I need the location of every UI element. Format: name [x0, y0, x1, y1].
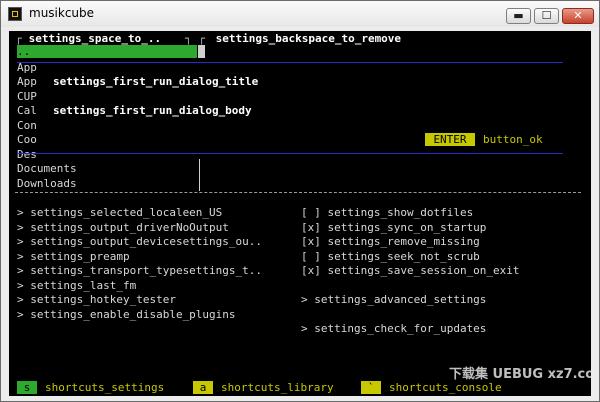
- first-run-dialog-body: settings_first_run_dialog_body: [53, 104, 252, 117]
- dialog-bottom-rule: [17, 153, 563, 154]
- setting-locale[interactable]: > settings_selected_localeen_US: [17, 206, 222, 219]
- path-item[interactable]: App: [17, 61, 37, 74]
- setting-transport-type[interactable]: > settings_transport_typesettings_t..: [17, 264, 262, 277]
- selected-row-highlight: [17, 45, 197, 58]
- list-divider: [199, 159, 200, 191]
- setting-output-device[interactable]: > settings_output_devicesettings_ou..: [17, 235, 262, 248]
- list-scrollbar-thumb[interactable]: [198, 45, 205, 58]
- watermark-logo: 下载集 UEBUG xz7.com: [449, 367, 591, 382]
- dialog-frame-corner: ┌: [15, 32, 22, 45]
- path-item[interactable]: Documents: [17, 162, 77, 175]
- path-item[interactable]: Con: [17, 119, 37, 132]
- setting-hotkey-tester[interactable]: > settings_hotkey_tester: [17, 293, 176, 306]
- checkbox-seek-not-scrub[interactable]: [ ] settings_seek_not_scrub: [301, 250, 480, 263]
- title-bar[interactable]: musikcube ▬ ☐ ✕: [1, 1, 599, 27]
- shortcut-key-settings: s: [17, 381, 37, 394]
- ok-shortcut-key: ENTER: [425, 133, 475, 146]
- checkbox-sync-on-startup[interactable]: [x] settings_sync_on_startup: [301, 221, 486, 234]
- setting-plugins[interactable]: > settings_enable_disable_plugins: [17, 308, 236, 321]
- setting-check-updates[interactable]: > settings_check_for_updates: [301, 322, 486, 335]
- tab-separator: ┐ ┌: [185, 32, 205, 45]
- path-item[interactable]: Downloads: [17, 177, 77, 190]
- path-item[interactable]: Cal: [17, 104, 37, 117]
- path-item[interactable]: CUP: [17, 90, 37, 103]
- checkbox-save-session[interactable]: [x] settings_save_session_on_exit: [301, 264, 520, 277]
- musikcube-app-icon: [8, 7, 22, 21]
- setting-advanced[interactable]: > settings_advanced_settings: [301, 293, 486, 306]
- setting-output-driver[interactable]: > settings_output_driverNoOutput: [17, 221, 229, 234]
- shortcut-key-library: a: [193, 381, 213, 394]
- dialog-bottom-border: [15, 192, 581, 194]
- path-item[interactable]: App: [17, 75, 37, 88]
- path-item-parent[interactable]: ..: [17, 45, 30, 58]
- tab-backspace-to-remove[interactable]: settings_backspace_to_remove: [209, 32, 408, 45]
- path-item[interactable]: Coo: [17, 133, 37, 146]
- setting-preamp[interactable]: > settings_preamp: [17, 250, 130, 263]
- dialog-top-rule: [17, 62, 563, 63]
- ok-button[interactable]: button_ok: [483, 133, 543, 146]
- setting-last-fm[interactable]: > settings_last_fm: [17, 279, 136, 292]
- app-window: musikcube ▬ ☐ ✕ ┌ settings_space_to_.. ┐…: [0, 0, 600, 402]
- close-button[interactable]: ✕: [562, 8, 594, 24]
- first-run-dialog-title: settings_first_run_dialog_title: [53, 75, 259, 88]
- minimize-button[interactable]: ▬: [506, 8, 531, 24]
- shortcut-settings[interactable]: shortcuts_settings: [45, 381, 164, 394]
- shortcut-key-console: `: [361, 381, 381, 394]
- shortcut-library[interactable]: shortcuts_library: [221, 381, 334, 394]
- checkbox-remove-missing[interactable]: [x] settings_remove_missing: [301, 235, 480, 248]
- window-title: musikcube: [29, 6, 95, 20]
- tab-space-to-add[interactable]: settings_space_to_..: [22, 32, 168, 45]
- checkbox-show-dotfiles[interactable]: [ ] settings_show_dotfiles: [301, 206, 473, 219]
- maximize-button[interactable]: ☐: [534, 8, 559, 24]
- terminal-area: ┌ settings_space_to_.. ┐ ┌ settings_back…: [9, 31, 591, 396]
- path-item[interactable]: Des: [17, 148, 37, 161]
